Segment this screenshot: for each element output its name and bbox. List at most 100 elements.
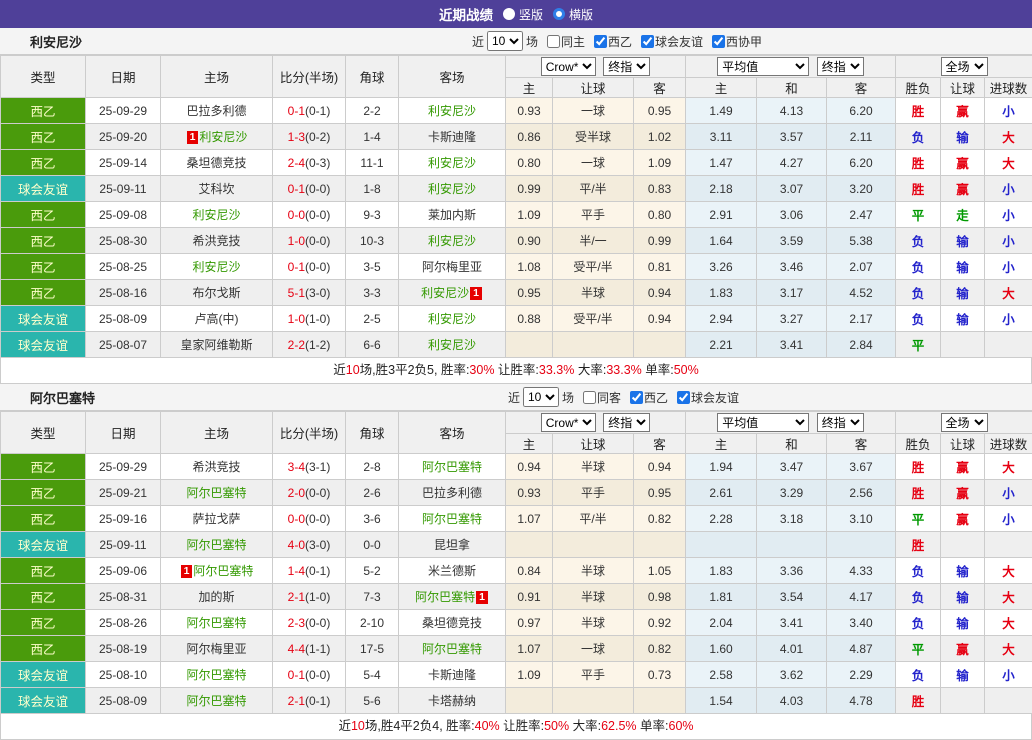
filter-checkbox-1[interactable]: 西乙	[624, 389, 668, 406]
avg-final-select[interactable]: 终指	[817, 413, 864, 432]
filter-checkbox-2[interactable]: 球会友谊	[671, 389, 739, 406]
match-count-select[interactable]: 10	[487, 31, 523, 51]
fulltime-score: 1-0	[288, 234, 305, 248]
avg-away-cell: 4.78	[827, 688, 896, 714]
avg-source-select[interactable]: 平均值	[717, 57, 809, 76]
goals-result-cell: 小	[985, 306, 1032, 332]
avg-draw-cell: 3.57	[757, 124, 827, 150]
goals-result-cell: 小	[985, 506, 1032, 532]
fulltime-select-group: 全场	[896, 56, 1032, 78]
corners-cell: 3-3	[346, 280, 399, 306]
col-home: 主场	[161, 56, 273, 98]
odds-source-select[interactable]: Crow*	[541, 57, 596, 76]
filter-checkbox-1[interactable]: 西乙	[588, 33, 632, 50]
date-cell: 25-08-16	[86, 280, 161, 306]
corners-cell: 2-2	[346, 98, 399, 124]
team-link: 利安尼沙	[192, 260, 240, 274]
odds-handicap-cell: 平/半	[553, 506, 634, 532]
fulltime-select[interactable]: 全场	[941, 413, 988, 432]
away-team-cell: 利安尼沙	[399, 150, 506, 176]
summary-segment: 大率:	[574, 363, 606, 377]
fulltime-select[interactable]: 全场	[941, 57, 988, 76]
filter-checkbox-input[interactable]	[594, 35, 607, 48]
odds-final-select[interactable]: 终指	[603, 57, 650, 76]
vertical-layout-radio[interactable]: 竖版	[503, 6, 543, 23]
score-cell: 1-0(1-0)	[273, 306, 346, 332]
league-cell: 球会友谊	[1, 662, 86, 688]
odds-home-cell: 0.86	[506, 124, 553, 150]
match-count-select[interactable]: 10	[523, 387, 559, 407]
filter-checkbox-input[interactable]	[712, 35, 725, 48]
team-link: 阿尔巴塞特	[186, 616, 246, 630]
summary-segment: 62.5%	[601, 719, 636, 733]
odds-home-cell: 0.88	[506, 306, 553, 332]
team-link: 阿尔巴塞特	[422, 642, 482, 656]
league-cell: 球会友谊	[1, 332, 86, 358]
odds-handicap-cell: 平手	[553, 202, 634, 228]
halftime-score: (0-1)	[305, 104, 330, 118]
fulltime-score: 2-1	[288, 694, 305, 708]
halftime-score: (0-0)	[305, 616, 330, 630]
avg-away-cell: 3.20	[827, 176, 896, 202]
goals-result-cell	[985, 688, 1032, 714]
radio-checked-icon[interactable]	[553, 8, 565, 20]
filter-checkbox-label: 球会友谊	[655, 33, 703, 50]
filter-checkbox-3[interactable]: 西协甲	[706, 33, 762, 50]
league-cell: 球会友谊	[1, 176, 86, 202]
filter-checkbox-input[interactable]	[641, 35, 654, 48]
page-title: 近期战绩	[439, 4, 493, 24]
fulltime-score: 2-4	[288, 156, 305, 170]
filter-checkbox-input[interactable]	[547, 35, 560, 48]
fulltime-score: 1-4	[288, 564, 305, 578]
result-cell: 胜	[896, 480, 941, 506]
avg-source-select[interactable]: 平均值	[717, 413, 809, 432]
results-table: 类型 日期 主场 比分(半场) 角球 客场 Crow* 终指 平均值 终指	[0, 55, 1032, 358]
filter-checkbox-2[interactable]: 球会友谊	[635, 33, 703, 50]
col-goals-result: 进球数	[985, 434, 1032, 454]
filter-checkbox-label: 同客	[597, 389, 621, 406]
odds-home-cell: 0.91	[506, 584, 553, 610]
team-name: 阿尔巴塞特	[30, 388, 95, 407]
odds-home-cell: 1.09	[506, 202, 553, 228]
halftime-score: (1-0)	[305, 590, 330, 604]
avg-draw-cell: 3.41	[757, 610, 827, 636]
odds-final-select[interactable]: 终指	[603, 413, 650, 432]
league-cell: 西乙	[1, 150, 86, 176]
table-row: 西乙25-08-26阿尔巴塞特2-3(0-0)2-10桑坦德竞技0.97半球0.…	[1, 610, 1032, 636]
col-score: 比分(半场)	[273, 412, 346, 454]
halftime-score: (0-0)	[305, 668, 330, 682]
filter-checkbox-input[interactable]	[583, 391, 596, 404]
radio-unchecked-icon[interactable]	[503, 8, 515, 20]
score-cell: 0-0(0-0)	[273, 506, 346, 532]
filter-checkbox-0[interactable]: 同客	[577, 389, 621, 406]
avg-draw-cell: 3.41	[757, 332, 827, 358]
col-score: 比分(半场)	[273, 56, 346, 98]
team-link: 希洪竞技	[192, 234, 240, 248]
filter-checkbox-0[interactable]: 同主	[541, 33, 585, 50]
date-cell: 25-09-16	[86, 506, 161, 532]
corners-cell: 2-6	[346, 480, 399, 506]
filter-checkbox-input[interactable]	[630, 391, 643, 404]
odds-source-select[interactable]: Crow*	[541, 413, 596, 432]
league-cell: 西乙	[1, 254, 86, 280]
summary-segment: 场,胜4平2负4, 胜率:	[365, 719, 475, 733]
score-cell: 0-0(0-0)	[273, 202, 346, 228]
avg-final-select[interactable]: 终指	[817, 57, 864, 76]
summary-segment: 单率:	[637, 719, 669, 733]
handicap-result-cell: 输	[941, 306, 985, 332]
summary-segment: 大率:	[569, 719, 601, 733]
table-row: 西乙25-09-201利安尼沙1-3(0-2)1-4卡斯迪隆0.86受半球1.0…	[1, 124, 1032, 150]
date-cell: 25-08-30	[86, 228, 161, 254]
filter-checkbox-input[interactable]	[677, 391, 690, 404]
handicap-result-cell: 输	[941, 610, 985, 636]
odds-handicap-cell: 半/一	[553, 228, 634, 254]
odds-away-cell: 0.73	[634, 662, 686, 688]
league-cell: 西乙	[1, 584, 86, 610]
home-team-cell: 桑坦德竞技	[161, 150, 273, 176]
halftime-score: (0-0)	[305, 260, 330, 274]
odds-away-cell: 1.09	[634, 150, 686, 176]
odds-home-cell	[506, 532, 553, 558]
summary-segment: 10	[346, 363, 360, 377]
red-card-badge: 1	[181, 565, 193, 578]
horizontal-layout-radio[interactable]: 横版	[553, 6, 593, 23]
